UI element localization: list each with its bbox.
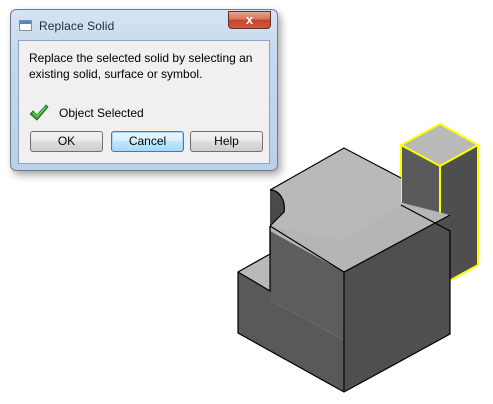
close-icon: x <box>245 12 254 27</box>
help-button[interactable]: Help <box>190 131 263 152</box>
status-label: Object Selected <box>59 106 144 120</box>
window-icon <box>19 20 32 31</box>
cancel-button[interactable]: Cancel <box>111 131 184 152</box>
instruction-text: Replace the selected solid by selecting … <box>29 51 253 81</box>
dialog-titlebar[interactable]: Replace Solid x <box>11 10 277 40</box>
close-button[interactable]: x <box>228 11 271 29</box>
green-checkmark-icon <box>29 104 49 121</box>
dialog-body: Replace the selected solid by selecting … <box>18 40 270 164</box>
ok-button[interactable]: OK <box>30 131 103 152</box>
graphics-viewport[interactable]: Replace Solid x Replace the selected sol… <box>0 0 493 404</box>
dialog-title: Replace Solid <box>39 19 115 33</box>
replace-solid-dialog[interactable]: Replace Solid x Replace the selected sol… <box>10 9 278 171</box>
